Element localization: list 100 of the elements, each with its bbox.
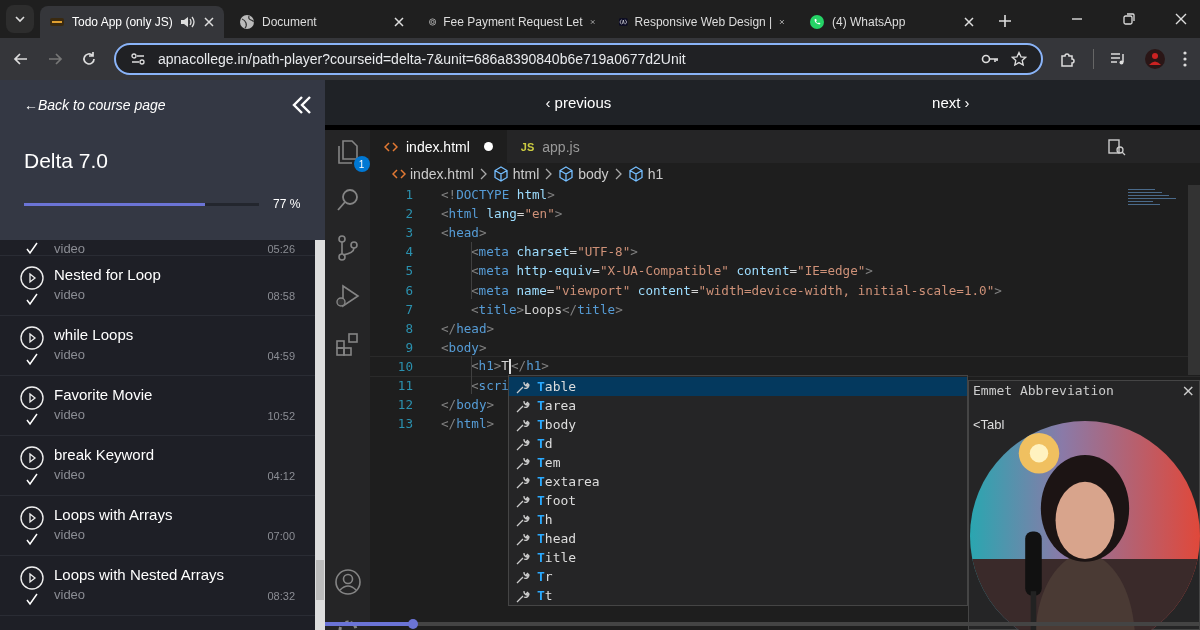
suggestion-item[interactable]: Tem	[509, 453, 967, 472]
breadcrumb-item[interactable]: body	[558, 166, 609, 182]
play-icon	[20, 326, 44, 350]
lesson-duration: 08:58	[267, 290, 295, 302]
lesson-type: video	[54, 467, 86, 482]
close-icon[interactable]	[393, 16, 405, 28]
preview-icon[interactable]	[1108, 137, 1126, 156]
file-name: index.html	[406, 138, 470, 155]
new-tab-icon[interactable]	[998, 14, 1012, 28]
suggestion-item[interactable]: Tfoot	[509, 491, 967, 510]
suggestion-item[interactable]: Title	[509, 548, 967, 567]
browser-tab[interactable]: Document	[230, 6, 414, 38]
browser-tab[interactable]: Responsive Web Design |	[610, 6, 794, 38]
url-text: apnacollege.in/path-player?courseid=delta-7&unit=686a8390840b6e719a0677d2Unit	[158, 51, 687, 67]
reload-icon[interactable]	[80, 50, 98, 68]
code-line: <html lang="en">	[441, 206, 563, 222]
line-number: 3	[404, 225, 413, 241]
line-number: 1	[404, 187, 413, 203]
globe-icon	[239, 14, 255, 30]
line-number: 6	[404, 282, 413, 298]
breadcrumb-item[interactable]: index.html	[392, 166, 474, 182]
suggestion-item[interactable]: Thead	[509, 529, 967, 548]
slider-thumb[interactable]	[407, 619, 418, 629]
play-icon	[20, 266, 44, 290]
account-icon[interactable]	[333, 568, 362, 596]
code-line: <h1>T</h1>	[470, 358, 549, 375]
star-icon[interactable]	[1011, 51, 1027, 67]
tab-search-button[interactable]	[6, 5, 34, 33]
tab-title: (4) WhatsApp	[832, 15, 907, 29]
close-icon[interactable]	[963, 16, 975, 28]
file-name: app.js	[542, 138, 580, 155]
back-link[interactable]: ←Back to course page	[24, 97, 166, 113]
lesson-duration: 05:26	[267, 244, 295, 255]
lesson-duration: 08:32	[267, 590, 295, 602]
suggestion-item[interactable]: Tbody	[509, 415, 967, 434]
run-debug-icon[interactable]	[333, 282, 362, 310]
suggestion-item[interactable]: Tr	[509, 567, 967, 586]
suggestion-item[interactable]: Tt	[509, 586, 967, 605]
tab-title: Responsive Web Design |	[634, 15, 773, 29]
speaker-icon[interactable]	[180, 15, 196, 29]
next-link[interactable]: next ›	[932, 94, 970, 111]
line-number: 12	[396, 397, 413, 413]
tab-title: Todo App (only JS)	[72, 15, 173, 29]
breadcrumb-item[interactable]: h1	[627, 166, 664, 182]
code-icon	[384, 140, 398, 153]
play-icon	[20, 506, 44, 530]
code-line: <meta http-equiv="X-UA-Compatible" content="IE=edge">	[470, 263, 873, 279]
code-line: <title>Loops</title>	[470, 301, 623, 317]
editor-tab[interactable]: JS app.js	[506, 130, 627, 163]
restore-icon[interactable]	[1122, 12, 1136, 26]
suggestion-item[interactable]: Tarea	[509, 396, 967, 415]
line-number: 4	[404, 244, 413, 260]
breadcrumb-item[interactable]: html	[492, 166, 540, 182]
chevron-icon	[614, 168, 622, 180]
lesson-title: Loops with Nested Arrays	[54, 566, 226, 583]
code-line: <meta name="viewport" content="width=device-width, initial-scale=1.0">	[470, 282, 1002, 298]
code-line: <body>	[441, 339, 487, 355]
line-number: 8	[404, 320, 413, 336]
play-icon	[20, 446, 44, 470]
suggestion-item[interactable]: Td	[509, 434, 967, 453]
editor-tab[interactable]: index.html	[370, 130, 507, 163]
previous-link[interactable]: ‹ previous	[545, 94, 612, 111]
lesson-title: Nested for Loop	[54, 266, 162, 283]
lesson-duration: 07:00	[267, 530, 295, 542]
lesson-type: video	[54, 527, 86, 542]
line-number: 10	[396, 358, 413, 374]
browser-tab[interactable]: (4) WhatsApp	[800, 6, 984, 38]
suggestion-item[interactable]: Textarea	[509, 472, 967, 491]
lesson-type: video	[54, 587, 86, 602]
line-number: 2	[404, 206, 413, 222]
puzzle-icon[interactable]	[1059, 50, 1077, 68]
line-number: 7	[404, 301, 413, 317]
browser-tab[interactable]: Fee Payment Request Let	[420, 6, 604, 38]
close-button[interactable]: ×	[1181, 383, 1195, 399]
browser-tab[interactable]: Todo App (only JS)	[40, 6, 224, 38]
scrollbar[interactable]	[315, 240, 325, 630]
progress-percent: 77 %	[273, 197, 301, 211]
close-icon[interactable]	[203, 16, 215, 28]
avatar-icon[interactable]	[1144, 48, 1166, 70]
lesson-type: video	[54, 347, 86, 362]
lesson-duration: 04:12	[267, 470, 295, 482]
code-line: <scri	[470, 378, 509, 393]
details-title: Emmet Abbreviation	[973, 383, 1114, 399]
chevron-icon	[479, 168, 487, 180]
lesson-type: video	[54, 287, 86, 302]
address-field[interactable]: apnacollege.in/path-player?courseid=delta-7&unit=686a8390840b6e719a0677d2Unit	[114, 43, 1043, 75]
lesson-item[interactable]: video 05:26	[0, 240, 315, 256]
close-icon[interactable]	[1174, 12, 1188, 26]
suggestion-item[interactable]: Table	[509, 377, 967, 396]
suggestion-item[interactable]: Th	[509, 510, 967, 529]
collapse-icon[interactable]	[291, 94, 313, 116]
key-icon[interactable]	[981, 53, 999, 65]
lesson-title: Loops with Arrays	[54, 506, 174, 523]
lesson-type: video	[54, 242, 86, 255]
caret-icon	[14, 13, 26, 25]
lesson-title: break Keyword	[54, 446, 156, 463]
js-icon: JS	[520, 140, 535, 153]
tab-title: Fee Payment Request Let	[443, 15, 583, 29]
site-settings-icon[interactable]	[130, 51, 146, 67]
menu-icon[interactable]	[1182, 50, 1188, 68]
